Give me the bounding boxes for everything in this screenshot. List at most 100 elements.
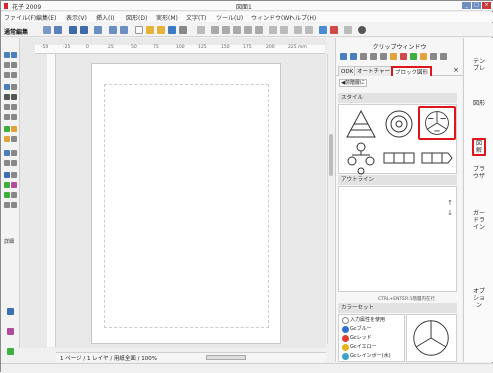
sidetab-template[interactable]: テンプレ [472,58,486,72]
frame-icon[interactable] [109,26,117,34]
eyedrop-tool-icon[interactable] [11,136,17,142]
colorset-item[interactable]: 入力属性を使用 [341,316,385,325]
back-button[interactable]: ◀前階層に [339,79,367,87]
menu-window[interactable]: ウィンドウ(W) [251,13,292,22]
graph-tool-icon[interactable] [11,172,17,178]
node-tool-icon[interactable] [11,52,17,58]
menu-shape[interactable]: 図形(D) [126,13,147,22]
outline-editor[interactable]: ↑ ↓ [338,186,457,292]
tab-block-shape[interactable]: ブロック図形 [391,66,433,76]
rect-tool-icon[interactable] [4,104,10,110]
text-tool-icon[interactable] [4,72,10,78]
image-tool-icon[interactable] [4,150,10,156]
convert-icon[interactable] [330,26,338,34]
panel-add-icon[interactable] [410,53,417,60]
ellipse-tool-icon[interactable] [11,104,17,110]
shape-tool-icon[interactable] [4,192,10,198]
spray-tool-icon[interactable] [4,136,10,142]
panel-doc-icon[interactable] [380,53,387,60]
menu-view[interactable]: 表示(V) [66,13,87,22]
sidetab-guideline[interactable]: ガードライン [472,210,486,231]
colorset-list[interactable]: 入力属性を使用 Gcブルー Gcレッド Gcイエロー Gcレインボー(水) [338,314,405,362]
paste-icon[interactable] [222,26,230,34]
format-icon[interactable] [255,26,263,34]
tab-close-icon[interactable]: × [453,66,459,74]
star-tool-icon[interactable] [11,114,17,120]
pie-segment-style-icon[interactable] [418,106,456,140]
save-icon[interactable] [168,26,176,34]
process-style-icon[interactable] [380,141,418,175]
effect-tool-icon[interactable] [11,182,17,188]
brush-tool-icon[interactable] [11,94,17,100]
ungroup-icon[interactable] [280,26,288,34]
panel-menu-icon[interactable] [440,53,447,60]
magic-icon[interactable] [319,26,327,34]
colorset-item[interactable]: Gcレインボー(水) [341,352,391,361]
copy-icon[interactable] [211,26,219,34]
line-tool-icon[interactable] [4,84,10,90]
distribute-icon[interactable] [305,26,313,34]
connector-tool-icon[interactable] [4,182,10,188]
panel-list-icon[interactable] [350,53,357,60]
panel-home-icon[interactable] [340,53,347,60]
layer-icon[interactable] [7,308,14,315]
select-icon[interactable] [43,26,51,34]
scroll-thumb[interactable] [329,134,333,176]
folder-icon[interactable] [157,26,165,34]
print-icon[interactable] [179,26,187,34]
pyramid-style-icon[interactable] [342,107,380,141]
undo-icon[interactable] [233,26,241,34]
layout2-icon[interactable] [80,26,88,34]
fill-tool-icon[interactable] [11,126,17,132]
colorset-item[interactable]: Gcレッド [341,334,372,343]
panel-delete-icon[interactable] [400,53,407,60]
redo-icon[interactable] [244,26,252,34]
polygon-tool-icon[interactable] [4,114,10,120]
panel-star-icon[interactable] [420,53,427,60]
detail-label[interactable]: 詳細 [4,238,14,245]
menu-file[interactable]: ファイル(F) [4,13,36,22]
chart-tool-icon[interactable] [4,172,10,178]
window-icon[interactable] [344,26,352,34]
rotate-tool-icon[interactable] [11,62,17,68]
align-icon[interactable] [294,26,302,34]
zoom-tool-icon[interactable] [11,202,17,208]
move-tool-icon[interactable] [4,62,10,68]
layout-icon[interactable] [69,26,77,34]
stamp-tool-icon[interactable] [4,160,10,166]
record-icon[interactable] [358,26,366,34]
menu-edit[interactable]: 編集(E) [36,13,56,22]
new-icon[interactable] [135,26,143,34]
colorset-item[interactable]: Gcブルー [341,325,372,334]
clip-tool-icon[interactable] [11,160,17,166]
sidetab-browser[interactable]: ブラウザ [472,166,486,180]
table-tool-icon[interactable] [11,150,17,156]
group-icon[interactable] [269,26,277,34]
sidetab-shape[interactable]: 図形 [472,100,486,107]
pen-tool-icon[interactable] [4,94,10,100]
document-page[interactable] [91,63,281,344]
minimize-button[interactable]: _ [462,2,471,9]
select-tool-icon[interactable] [4,52,10,58]
menu-insert[interactable]: 挿入(I) [96,13,114,22]
grid-icon[interactable] [54,26,62,34]
sidetab-option[interactable]: オプション [472,288,486,309]
maximize-button[interactable]: □ [472,2,481,9]
paint-tool-icon[interactable] [4,126,10,132]
menu-tools[interactable]: ツール(U) [216,13,243,22]
panel-icon[interactable] [94,26,102,34]
arrange-tool-icon[interactable] [11,192,17,198]
colorset-item[interactable]: Gcイエロー [341,343,377,352]
menu-form[interactable]: 実形(M) [156,13,178,22]
concentric-style-icon[interactable] [380,107,418,141]
close-button[interactable]: × [482,2,491,9]
sheet-icon[interactable] [7,328,14,335]
panel-search-icon[interactable] [370,53,377,60]
table-icon[interactable] [7,348,14,355]
open-icon[interactable] [146,26,154,34]
hierarchy-style-icon[interactable] [342,141,380,175]
panel-folder-icon[interactable] [390,53,397,60]
vertical-text-icon[interactable] [11,72,17,78]
chevron-style-icon[interactable] [418,141,456,175]
arrow-up-icon[interactable]: ↑ [447,199,453,207]
